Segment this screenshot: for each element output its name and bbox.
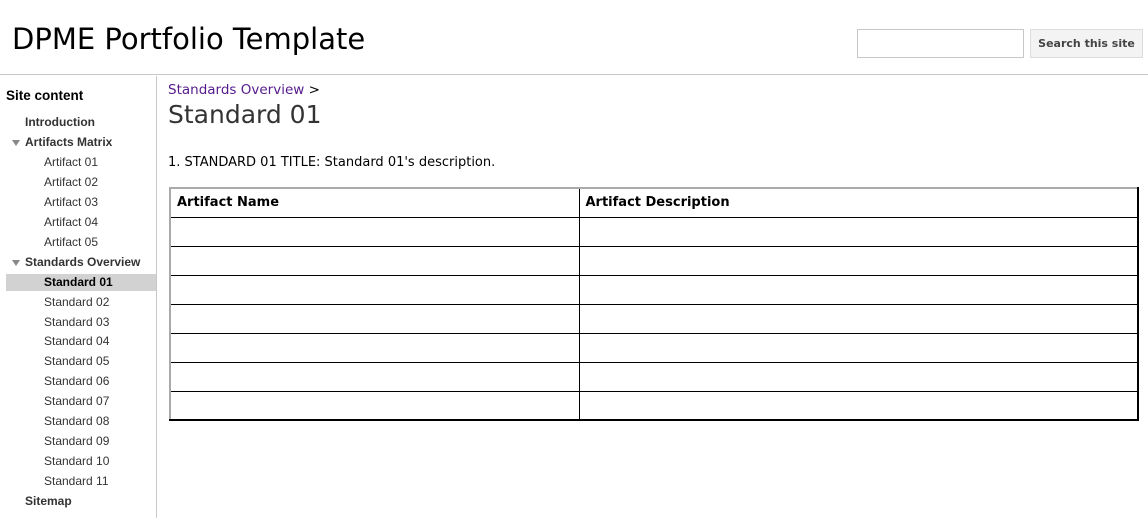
sidebar-item-label: Artifact 01 bbox=[44, 155, 99, 169]
cell-artifact-description bbox=[578, 303, 1139, 334]
table-header-row: Artifact Name Artifact Description bbox=[169, 187, 1139, 218]
sidebar-item-artifact-03[interactable]: Artifact 03 bbox=[6, 194, 156, 211]
sidebar-item-artifact-04[interactable]: Artifact 04 bbox=[6, 214, 156, 231]
sidebar-item-label: Standard 10 bbox=[44, 454, 110, 468]
sidebar-item-label: Standard 05 bbox=[44, 354, 110, 368]
artifacts-table: Artifact Name Artifact Description bbox=[169, 187, 1139, 421]
sidebar-item-label: Standard 02 bbox=[44, 295, 110, 309]
sidebar-item-standard-10[interactable]: Standard 10 bbox=[6, 453, 156, 470]
sidebar-item-standard-01[interactable]: Standard 01 bbox=[6, 274, 156, 291]
sidebar-item-label: Artifact 05 bbox=[44, 235, 99, 249]
sidebar-item-artifact-05[interactable]: Artifact 05 bbox=[6, 234, 156, 251]
search-button[interactable]: Search this site bbox=[1030, 29, 1143, 58]
cell-artifact-name bbox=[169, 361, 580, 392]
table-row bbox=[169, 216, 1139, 247]
sidebar-item-standard-08[interactable]: Standard 08 bbox=[6, 413, 156, 430]
cell-artifact-name bbox=[169, 245, 580, 276]
sidebar-item-label: Standard 11 bbox=[44, 474, 109, 488]
table-row bbox=[169, 332, 1139, 363]
cell-artifact-name bbox=[169, 390, 580, 421]
sidebar-item-standard-07[interactable]: Standard 07 bbox=[6, 393, 156, 410]
table-row bbox=[169, 245, 1139, 276]
sidebar-item-label: Introduction bbox=[25, 115, 95, 129]
cell-artifact-description bbox=[578, 245, 1139, 276]
expand-triangle-icon[interactable] bbox=[12, 140, 20, 146]
site-header: DPME Portfolio Template Search this site bbox=[0, 0, 1148, 75]
breadcrumb-separator: > bbox=[308, 82, 320, 98]
sidebar-item-label: Standard 03 bbox=[44, 315, 110, 329]
sidebar-item-introduction[interactable]: Introduction bbox=[6, 114, 156, 131]
sidebar-title: Site content bbox=[6, 88, 84, 103]
sidebar-nav: Site content Introduction Artifacts Matri… bbox=[0, 76, 157, 518]
sidebar-item-artifact-02[interactable]: Artifact 02 bbox=[6, 174, 156, 191]
sidebar-item-sitemap[interactable]: Sitemap bbox=[6, 493, 156, 510]
sidebar-item-label: Artifact 02 bbox=[44, 175, 99, 189]
sidebar-item-standard-11[interactable]: Standard 11 bbox=[6, 473, 156, 490]
cell-artifact-name bbox=[169, 274, 580, 305]
page-title: Standard 01 bbox=[168, 100, 322, 129]
expand-triangle-icon[interactable] bbox=[12, 260, 20, 266]
cell-artifact-description bbox=[578, 390, 1139, 421]
sidebar-item-label: Standard 08 bbox=[44, 414, 110, 428]
sidebar-item-standard-04[interactable]: Standard 04 bbox=[6, 333, 156, 350]
sidebar-item-standard-03[interactable]: Standard 03 bbox=[6, 314, 156, 331]
cell-artifact-description bbox=[578, 216, 1139, 247]
table-row bbox=[169, 274, 1139, 305]
site-title[interactable]: DPME Portfolio Template bbox=[12, 22, 365, 56]
cell-artifact-description bbox=[578, 332, 1139, 363]
breadcrumb: Standards Overview > bbox=[168, 82, 320, 98]
table-row bbox=[169, 390, 1139, 421]
cell-artifact-description bbox=[578, 274, 1139, 305]
sidebar-item-label: Standard 06 bbox=[44, 374, 110, 388]
standard-description: 1. STANDARD 01 TITLE: Standard 01's desc… bbox=[168, 155, 496, 170]
breadcrumb-link-standards-overview[interactable]: Standards Overview bbox=[168, 82, 304, 98]
cell-artifact-name bbox=[169, 216, 580, 247]
sidebar-item-standard-06[interactable]: Standard 06 bbox=[6, 373, 156, 390]
cell-artifact-name bbox=[169, 332, 580, 363]
sidebar-item-artifact-01[interactable]: Artifact 01 bbox=[6, 154, 156, 171]
sidebar-item-standard-02[interactable]: Standard 02 bbox=[6, 294, 156, 311]
sidebar-item-label: Standards Overview bbox=[25, 255, 141, 269]
column-header-artifact-description: Artifact Description bbox=[578, 187, 1139, 218]
search-input[interactable] bbox=[857, 29, 1024, 58]
sidebar-item-label: Artifacts Matrix bbox=[25, 135, 113, 149]
cell-artifact-description bbox=[578, 361, 1139, 392]
sidebar-item-label: Standard 09 bbox=[44, 434, 110, 448]
sidebar-item-label: Standard 07 bbox=[44, 394, 110, 408]
cell-artifact-name bbox=[169, 303, 580, 334]
sidebar-item-standard-05[interactable]: Standard 05 bbox=[6, 353, 156, 370]
sidebar-item-standard-09[interactable]: Standard 09 bbox=[6, 433, 156, 450]
column-header-artifact-name: Artifact Name bbox=[169, 187, 580, 218]
sidebar-item-standards-overview[interactable]: Standards Overview bbox=[6, 254, 156, 271]
sidebar-item-label: Sitemap bbox=[25, 494, 72, 508]
table-row bbox=[169, 303, 1139, 334]
sidebar-item-label: Artifact 04 bbox=[44, 215, 99, 229]
table-row bbox=[169, 361, 1139, 392]
sidebar-item-label: Standard 04 bbox=[44, 334, 110, 348]
sidebar-item-label: Standard 01 bbox=[44, 275, 113, 289]
sidebar-item-artifacts-matrix[interactable]: Artifacts Matrix bbox=[6, 134, 156, 151]
sidebar-item-label: Artifact 03 bbox=[44, 195, 99, 209]
